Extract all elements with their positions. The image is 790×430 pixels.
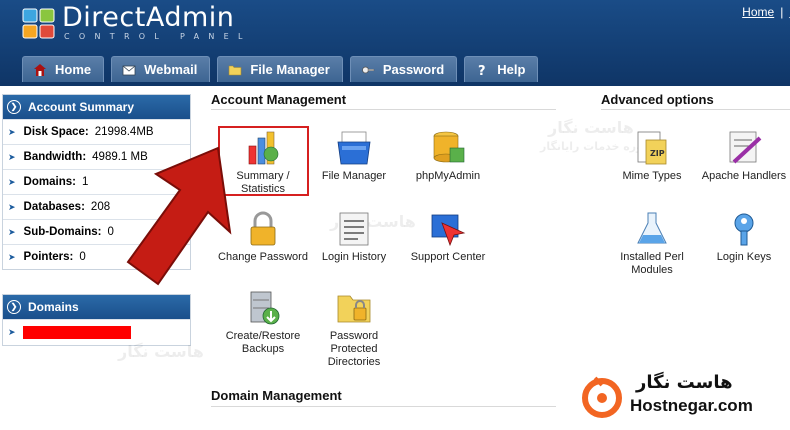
brand-fa-text: هاست نگار <box>636 372 733 393</box>
protected-folder-icon <box>337 295 371 323</box>
domains-header[interactable]: ❯ Domains <box>3 295 190 319</box>
tab-label: Webmail <box>144 62 198 77</box>
logo-title: DirectAdmin <box>62 2 235 33</box>
watermark-text: هاست نگار <box>118 342 204 361</box>
row-label: Sub-Domains: <box>23 226 102 238</box>
directadmin-logo-icon <box>22 8 55 39</box>
summary-statistics-item[interactable]: Summary / Statistics <box>215 128 311 196</box>
row-value: 1 <box>81 176 89 188</box>
tab-label: Help <box>497 62 526 77</box>
row-label: Bandwidth: <box>23 151 87 163</box>
item-label: Login Keys <box>716 251 772 263</box>
home-link[interactable]: Home <box>742 5 774 19</box>
row-label: Pointers: <box>23 251 74 263</box>
section-divider <box>211 109 556 110</box>
row-label: Disk Space: <box>23 126 89 138</box>
padlock-icon <box>250 211 276 246</box>
statistics-icon <box>248 131 279 165</box>
header-bottom-band <box>0 82 790 86</box>
nav-tabs: Home Webmail File Manager Password ? Hel… <box>22 56 539 82</box>
chevron-right-icon: ❯ <box>7 300 21 314</box>
file-manager-icon <box>337 131 371 165</box>
row-value: 0 <box>107 226 114 238</box>
support-icon <box>431 214 466 247</box>
login-history-icon <box>339 212 369 246</box>
row-value: 208 <box>90 201 111 213</box>
change-password-item[interactable]: Change Password <box>215 209 311 264</box>
svg-text:?: ? <box>478 64 486 77</box>
tab-label: Home <box>55 62 92 77</box>
chevron-right-icon: ❯ <box>7 100 21 114</box>
logo-subtitle: CONTROL PANEL <box>64 32 252 41</box>
tab-webmail[interactable]: Webmail <box>111 56 211 82</box>
home-icon <box>34 63 46 76</box>
panel-title: Account Summary <box>28 100 135 114</box>
domain-management-title: Domain Management <box>211 388 342 403</box>
phpmyadmin-item[interactable]: phpMyAdmin <box>400 128 496 183</box>
hostnegar-logo-icon <box>582 376 622 418</box>
bullet-arrow-icon: ➤ <box>8 327 16 337</box>
item-label: Summary / Statistics <box>236 170 290 195</box>
row-value: 0 <box>79 251 86 263</box>
header-bar: DirectAdmin CONTROL PANEL Home|L Home We… <box>0 0 790 86</box>
row-label: Databases: <box>23 201 85 213</box>
perl-icon <box>637 212 667 244</box>
key-icon <box>361 66 375 73</box>
tab-label: Password <box>382 62 445 77</box>
file-manager-item[interactable]: File Manager <box>306 128 402 183</box>
hostnegar-brand: هاست نگار Hostnegar.com <box>580 372 780 420</box>
bullet-arrow-icon: ➤ <box>8 251 16 262</box>
tab-label: File Manager <box>250 62 330 77</box>
item-label: Apache Handlers <box>701 170 787 182</box>
mime-icon: ZIP <box>637 131 667 165</box>
tab-home[interactable]: Home <box>22 56 105 82</box>
protected-directories-item[interactable]: Password Protected Directories <box>306 288 402 369</box>
section-divider <box>211 406 556 407</box>
account-summary-header[interactable]: ❯ Account Summary <box>3 95 190 119</box>
apache-icon <box>729 131 762 164</box>
tab-password[interactable]: Password <box>349 56 458 82</box>
item-label: Installed Perl Modules <box>620 251 684 276</box>
item-label: phpMyAdmin <box>415 170 481 182</box>
backups-item[interactable]: Create/Restore Backups <box>215 288 311 356</box>
item-label: Change Password <box>218 251 308 263</box>
item-label: Password Protected Directories <box>327 330 381 368</box>
question-icon: ? <box>478 64 486 77</box>
tab-help[interactable]: ? Help <box>464 56 539 82</box>
perl-modules-item[interactable]: Installed Perl Modules <box>604 209 700 277</box>
mime-types-item[interactable]: ZIP Mime Types <box>604 128 700 183</box>
bullet-arrow-icon: ➤ <box>8 201 16 212</box>
row-value: 21998.4MB <box>94 126 154 138</box>
tab-file-manager[interactable]: File Manager <box>217 56 343 82</box>
directadmin-window: DirectAdmin CONTROL PANEL Home|L Home We… <box>0 0 790 430</box>
apache-handlers-item[interactable]: Apache Handlers <box>696 128 790 183</box>
bullet-arrow-icon: ➤ <box>8 176 16 187</box>
svg-text:ZIP: ZIP <box>650 149 665 158</box>
login-history-item[interactable]: Login History <box>306 209 402 264</box>
link-separator: | <box>780 5 784 19</box>
item-label: Create/Restore Backups <box>225 330 301 355</box>
item-label: Login History <box>321 251 387 263</box>
item-label: Support Center <box>410 251 486 263</box>
item-label: Mime Types <box>622 170 682 182</box>
login-keys-item[interactable]: Login Keys <box>696 209 790 264</box>
account-management-title: Account Management <box>211 92 347 107</box>
item-label: File Manager <box>321 170 387 182</box>
row-label: Domains: <box>23 176 76 188</box>
key-icon <box>734 213 754 246</box>
brand-en-text: Hostnegar.com <box>630 396 753 415</box>
bullet-arrow-icon: ➤ <box>8 151 16 162</box>
section-divider <box>601 109 790 110</box>
backup-icon <box>250 291 280 325</box>
bullet-arrow-icon: ➤ <box>8 126 16 137</box>
support-center-item[interactable]: Support Center <box>400 209 496 264</box>
top-links: Home|L <box>742 5 790 19</box>
redacted-domain-bar <box>23 326 131 339</box>
database-icon <box>433 131 465 163</box>
panel-title: Domains <box>28 300 79 314</box>
folder-icon <box>229 65 242 75</box>
advanced-options-title: Advanced options <box>601 92 714 107</box>
envelope-icon <box>122 65 136 75</box>
bullet-arrow-icon: ➤ <box>8 226 16 237</box>
